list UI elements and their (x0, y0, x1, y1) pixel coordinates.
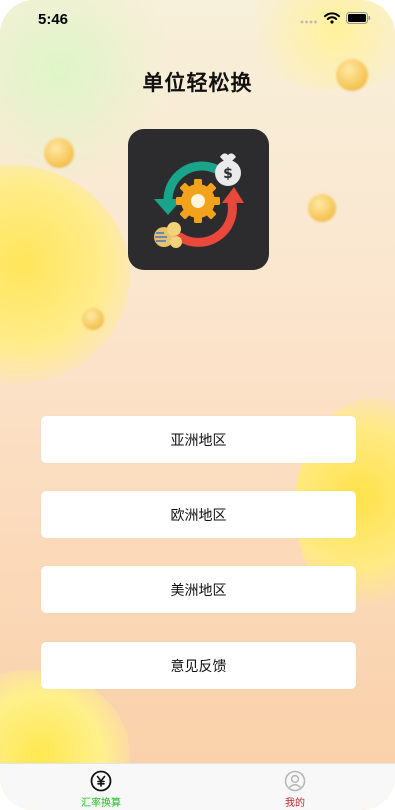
tab-label: 我的 (285, 798, 305, 809)
currency-exchange-icon: $ (154, 153, 244, 248)
status-icons (300, 12, 371, 24)
tab-label: 汇率换算 (81, 798, 121, 809)
status-time: 5:46 (38, 11, 69, 28)
app-screen: 5:46 单位轻松换 $ 亚洲地区 欧洲地区 美洲地区 意见反馈 汇率换算 我的 (0, 0, 395, 810)
coin-decoration (308, 194, 336, 222)
app-logo: $ (128, 129, 269, 270)
signal-icon (300, 20, 317, 24)
menu-button-asia[interactable]: 亚洲地区 (41, 416, 356, 463)
tab-profile[interactable]: 我的 (235, 768, 355, 809)
yen-circle-icon (90, 770, 112, 792)
status-bar: 5:46 (0, 0, 395, 40)
user-profile-icon (284, 770, 306, 792)
menu-button-label: 意见反馈 (170, 658, 227, 675)
tab-bar: 汇率换算 我的 (0, 763, 395, 810)
menu-button-europe[interactable]: 欧洲地区 (41, 491, 356, 538)
tab-exchange[interactable]: 汇率换算 (41, 768, 161, 809)
menu-button-label: 欧洲地区 (170, 507, 227, 524)
background-blob (0, 165, 130, 385)
battery-icon (346, 12, 371, 24)
menu-button-feedback[interactable]: 意见反馈 (41, 642, 356, 689)
menu-button-label: 美洲地区 (170, 582, 227, 599)
menu-button-americas[interactable]: 美洲地区 (41, 566, 356, 613)
wifi-icon (324, 12, 340, 24)
coin-decoration (82, 308, 104, 330)
menu-button-label: 亚洲地区 (170, 432, 227, 449)
svg-text:$: $ (223, 166, 233, 182)
coin-decoration (44, 138, 74, 168)
page-title: 单位轻松换 (142, 71, 253, 95)
